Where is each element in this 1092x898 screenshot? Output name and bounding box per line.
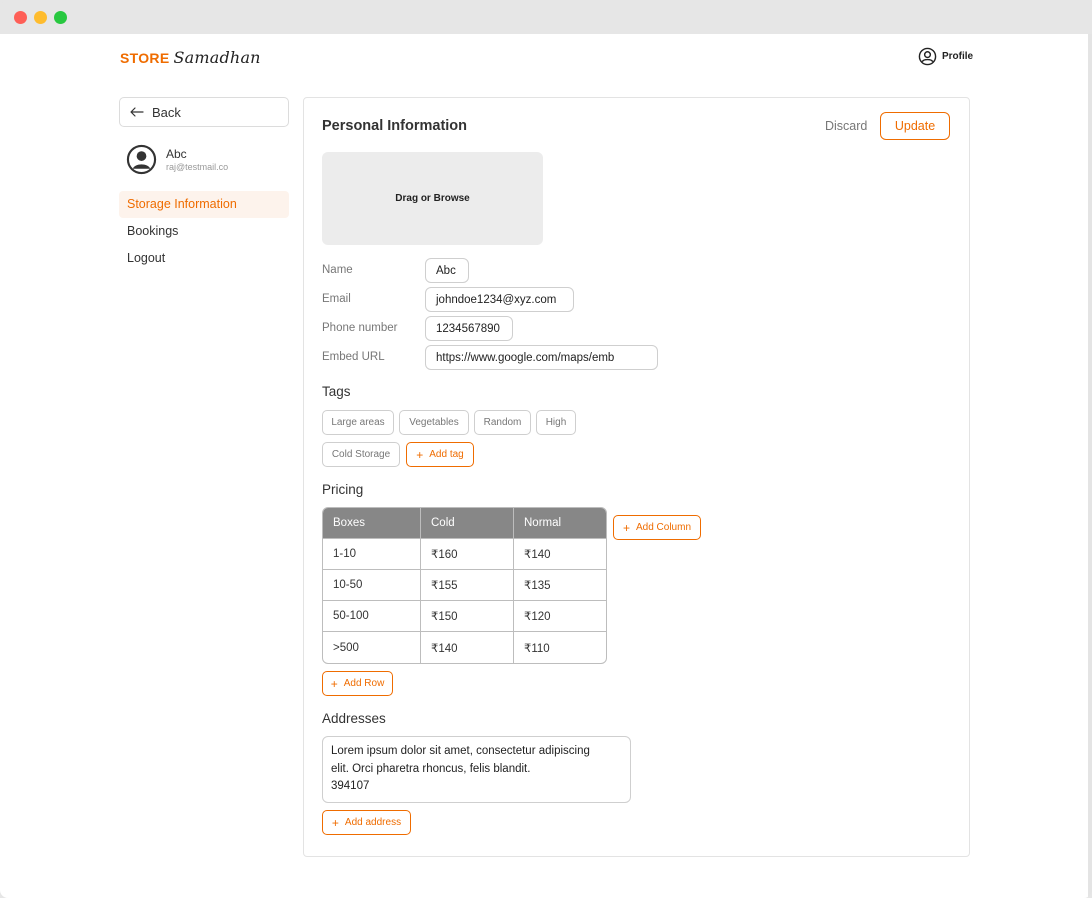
tag-chip[interactable]: Large areas [322, 410, 394, 435]
table-cell[interactable]: >500 [323, 632, 421, 663]
sidebar-item-storage-information[interactable]: Storage Information [119, 191, 289, 218]
table-cell[interactable]: ₹140 [421, 632, 514, 663]
table-cell[interactable]: 1-10 [323, 539, 421, 570]
table-cell[interactable]: ₹160 [421, 539, 514, 570]
pricing-title: Pricing [322, 482, 364, 497]
discard-button[interactable]: Discard [825, 119, 867, 133]
table-header-cell: Cold [421, 508, 514, 539]
add-tag-label: Add tag [429, 449, 464, 460]
add-tag-button[interactable]: + Add tag [406, 442, 474, 467]
table-cell[interactable]: 10-50 [323, 570, 421, 601]
browser-window: STORE Samadhan Profile Back Abc raj@test… [0, 0, 1092, 898]
phone-label: Phone number [322, 322, 398, 334]
user-card: Abc raj@testmail.co [126, 144, 228, 175]
table-header-cell: Normal [514, 508, 606, 539]
phone-field[interactable]: 1234567890 [425, 316, 513, 341]
address-line: Lorem ipsum dolor sit amet, consectetur … [331, 745, 590, 757]
email-label: Email [322, 293, 351, 305]
user-circle-icon [918, 47, 937, 66]
pricing-table: Boxes Cold Normal 1-10 ₹160 ₹140 10-50 ₹… [322, 507, 607, 664]
email-field[interactable]: johndoe1234@xyz.com [425, 287, 574, 312]
add-row-label: Add Row [343, 678, 385, 689]
add-column-button[interactable]: + Add Column [613, 515, 701, 540]
name-label: Name [322, 264, 353, 276]
address-line: elit. Orci pharetra rhoncus, felis bland… [331, 762, 531, 775]
back-label: Back [152, 104, 181, 120]
profile-button[interactable]: Profile [918, 47, 973, 66]
table-cell[interactable]: ₹120 [514, 601, 606, 632]
table-header-cell: Boxes [323, 508, 421, 539]
tags-title: Tags [322, 384, 351, 399]
address-line: 394107 [331, 780, 370, 792]
tag-chip[interactable]: Cold Storage [322, 442, 400, 467]
address-textarea[interactable]: Lorem ipsum dolor sit amet, consectetur … [322, 736, 631, 803]
add-address-label: Add address [344, 817, 402, 828]
addresses-title: Addresses [322, 711, 386, 726]
plus-icon: + [330, 676, 338, 691]
page: STORE Samadhan Profile Back Abc raj@test… [0, 34, 1088, 898]
personal-info-card: Personal Information Discard Update Drag… [303, 97, 970, 857]
sidebar-item-bookings[interactable]: Bookings [119, 218, 289, 245]
name-field[interactable]: Abc [425, 258, 469, 283]
table-cell[interactable]: ₹150 [421, 601, 514, 632]
logo[interactable]: STORE Samadhan [120, 48, 261, 67]
tag-chip[interactable]: High [536, 410, 576, 435]
logo-script-text: Samadhan [173, 48, 261, 67]
table-cell[interactable]: ₹110 [514, 632, 606, 663]
table-cell[interactable]: ₹155 [421, 570, 514, 601]
user-email: raj@testmail.co [166, 162, 229, 172]
add-row-button[interactable]: + Add Row [322, 671, 393, 696]
tag-chip[interactable]: Vegetables [399, 410, 469, 435]
update-button[interactable]: Update [880, 112, 950, 140]
table-cell[interactable]: 50-100 [323, 601, 421, 632]
page-title: Personal Information [322, 118, 468, 134]
back-button[interactable]: Back [119, 97, 289, 127]
avatar [126, 144, 157, 175]
embed-url-field[interactable]: https://www.google.com/maps/emb [425, 345, 658, 370]
plus-icon: + [622, 520, 630, 535]
logo-store-text: STORE [120, 50, 170, 66]
plus-icon: + [331, 815, 339, 830]
maximize-window-button[interactable] [54, 11, 67, 24]
sidebar-nav: Storage Information Bookings Logout [119, 191, 289, 272]
title-bar [0, 0, 1092, 34]
profile-label: Profile [942, 51, 974, 62]
image-upload-dropzone[interactable]: Drag or Browse [322, 152, 543, 245]
close-window-button[interactable] [14, 11, 27, 24]
upload-label: Drag or Browse [395, 193, 470, 204]
plus-icon: + [416, 447, 424, 462]
embed-url-label: Embed URL [322, 351, 385, 363]
minimize-window-button[interactable] [34, 11, 47, 24]
arrow-left-icon [130, 107, 144, 117]
add-address-button[interactable]: + Add address [322, 810, 411, 835]
tag-chip[interactable]: Random [474, 410, 531, 435]
table-cell[interactable]: ₹135 [514, 570, 606, 601]
user-name: Abc [166, 147, 187, 161]
add-column-label: Add Column [635, 522, 692, 533]
table-cell[interactable]: ₹140 [514, 539, 606, 570]
sidebar-item-logout[interactable]: Logout [119, 245, 289, 272]
